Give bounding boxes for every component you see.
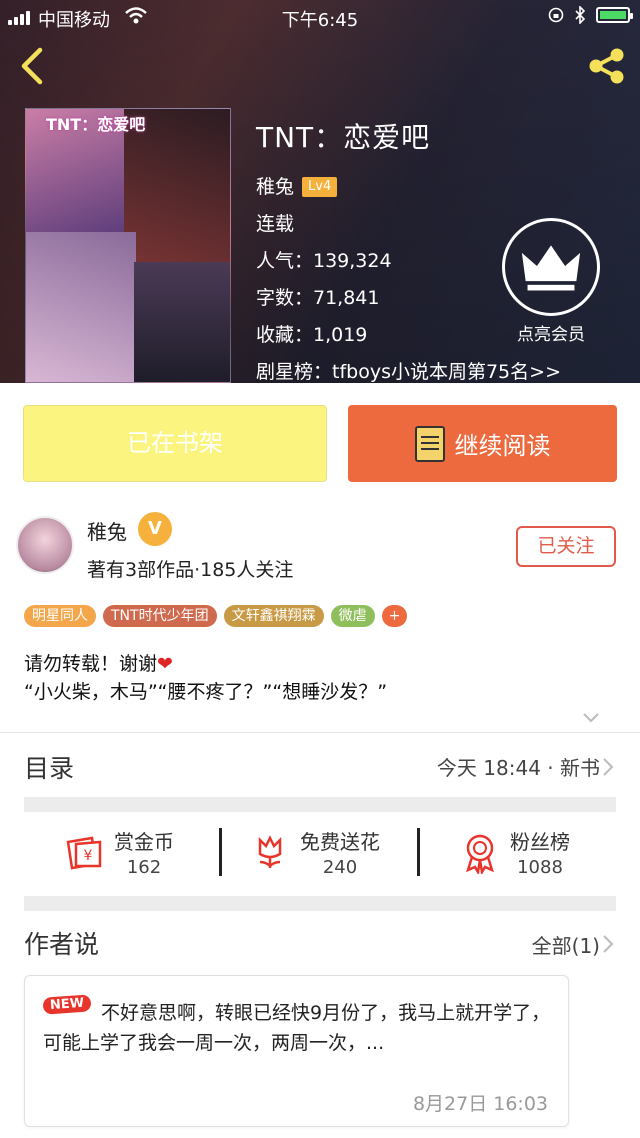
verified-badge-icon: V [138,512,172,546]
author-meta: 著有3部作品·185人关注 [87,559,294,581]
stat-divider [219,828,222,876]
stat-divider [417,828,420,876]
author-note-card[interactable]: 不好意思啊，转眼已经快9月份了，我马上就开学了，可能上学了我会一周一次，两周一次… [24,975,569,1127]
crown-icon[interactable] [502,218,600,316]
reward-coin-stat[interactable]: ¥ 赏金币 162 [62,826,174,878]
new-badge: NEW [42,994,92,1015]
author-note-text: 不好意思啊，转眼已经快9月份了，我马上就开学了，可能上学了我会一周一次，两周一次… [43,1002,551,1054]
battery-icon [596,7,633,23]
continue-reading-label: 继续阅读 [454,432,551,460]
book-cover[interactable]: TNT：恋爱吧 [25,108,231,383]
cover-title: TNT：恋爱吧 [46,115,146,134]
tag-light-angst[interactable]: 微虐 [330,605,375,627]
chevron-right-icon [603,758,614,776]
fan-ranking-count: 1088 [517,857,563,878]
section-separator [24,797,616,812]
toc-label: 目录 [24,754,75,783]
share-button[interactable] [584,44,628,88]
tag-names[interactable]: 文轩鑫祺翔霖 [223,605,324,627]
fan-ranking-label: 粉丝榜 [510,830,570,854]
divider [0,732,640,733]
level-badge: Lv4 [302,176,338,197]
free-flower-count: 240 [322,857,358,878]
description-line-2: “小火柴，木马”“腰不疼了？”“想睡沙发？” [24,681,388,703]
expand-chevron-icon[interactable] [582,708,600,726]
free-flower-stat[interactable]: 免费送花 240 [248,826,380,878]
stats-row: ¥ 赏金币 162 免费送花 240 粉丝榜 1088 [0,812,640,908]
in-bookshelf-button[interactable]: 已在书架 [23,405,327,482]
status-time: 下午6:45 [281,10,359,31]
book-description: 请勿转载！谢谢❤ “小火柴，木马”“腰不疼了？”“想睡沙发？” [24,650,387,706]
svg-text:¥: ¥ [84,848,93,864]
status-bar: 中国移动 下午6:45 [0,0,640,36]
reward-coin-count: 162 [126,857,162,878]
bluetooth-icon [575,6,586,24]
reward-coin-icon: ¥ [66,836,102,870]
chevron-right-icon[interactable] [602,934,614,954]
book-author[interactable]: 稚兔 [256,173,294,201]
author-name[interactable]: 稚兔 [87,516,127,545]
toc-latest-info: 今天 18:44 · 新书 [436,756,600,780]
reward-coin-label: 赏金币 [114,830,174,854]
add-tag-button[interactable]: + [381,605,408,627]
author-says-all-link[interactable]: 全部(1) [532,930,600,959]
description-line-1: 请勿转载！谢谢 [24,653,158,675]
back-button[interactable] [14,46,50,86]
section-separator [24,896,616,911]
author-says-title: 作者说 [24,930,100,959]
author-avatar[interactable] [16,516,74,574]
medal-icon [466,834,494,874]
heart-icon: ❤ [157,653,173,675]
vip-label[interactable]: 点亮会员 [502,320,600,345]
follow-button[interactable]: 已关注 [516,526,616,567]
table-of-contents-row[interactable]: 目录 今天 18:44 · 新书 [0,737,640,797]
continue-reading-button[interactable]: 继续阅读 [348,405,617,482]
book-icon [414,425,445,462]
fan-ranking-stat[interactable]: 粉丝榜 1088 [458,826,570,878]
book-header: 中国移动 下午6:45 TNT：恋爱吧 TNT：恋爱吧 稚兔 Lv4 连载 人气… [0,0,640,383]
tag-star-fanfic[interactable]: 明星同人 [24,605,96,627]
tag-tnt[interactable]: TNT时代少年团 [103,605,217,627]
flower-icon [258,835,282,868]
free-flower-label: 免费送花 [300,830,380,854]
orientation-lock-icon [548,7,564,23]
tag-list: 明星同人 TNT时代少年团 文轩鑫祺翔霖 微虐 + [24,605,408,627]
author-note-time: 8月27日 16:03 [412,1093,548,1115]
book-ranking-link[interactable]: 剧星榜：tfboys小说本周第75名>> [256,353,561,383]
book-title: TNT：恋爱吧 [256,121,431,154]
